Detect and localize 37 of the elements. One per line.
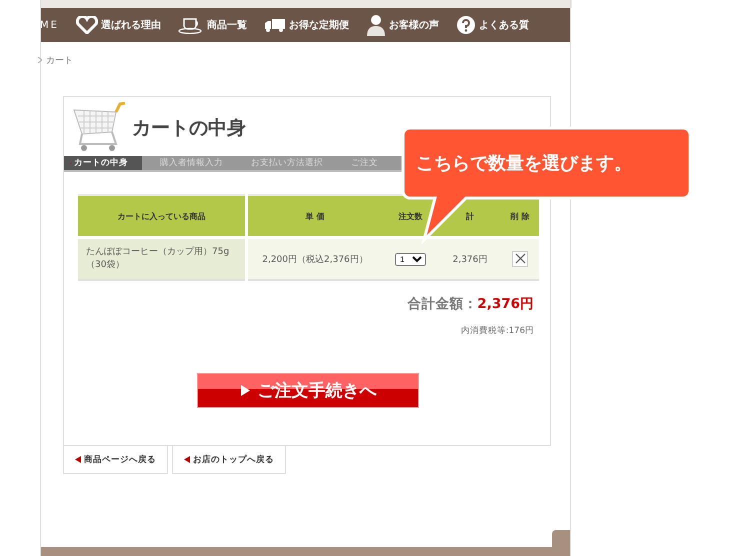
checkout-step: ご注文 xyxy=(345,156,392,170)
nav-link[interactable]: 商品一覧 xyxy=(178,16,247,34)
person-icon xyxy=(366,14,386,36)
nav-link[interactable]: お客様の声 xyxy=(366,14,439,36)
tax-note: 内消費税等:176円 xyxy=(460,326,534,336)
quantity-select[interactable]: 1 xyxy=(395,252,426,266)
triangle-left-icon xyxy=(184,456,190,463)
delete-button[interactable] xyxy=(512,250,528,267)
play-icon xyxy=(240,385,250,396)
total-amount: 2,376円 xyxy=(477,296,534,312)
heart-icon xyxy=(76,16,98,34)
column-header: カートに入っている商品 xyxy=(78,195,246,238)
subtotal: 2,376円 xyxy=(439,238,501,280)
callout-text: こちらで数量を選びます。 xyxy=(416,152,632,175)
nav-link[interactable]: 選ばれる理由 xyxy=(76,16,161,34)
page-title: カートの中身 xyxy=(132,116,246,140)
checkout-step: カートの中身 xyxy=(64,156,142,170)
checkout-step: お支払い方法選択 xyxy=(245,156,337,170)
back-link[interactable]: お店のトップへ戻る xyxy=(172,446,286,474)
cup-icon xyxy=(178,16,204,34)
back-link[interactable]: 商品ページへ戻る xyxy=(63,446,168,474)
checkout-step: 購入者情報入力 xyxy=(154,156,237,170)
close-icon xyxy=(514,253,526,264)
nav-link[interactable]: よくある質 xyxy=(456,15,529,35)
help-icon xyxy=(456,15,476,35)
unit-price: 2,200円（税込2,376円） xyxy=(246,238,382,280)
shopping-cart-icon xyxy=(72,102,126,154)
total-label: 合計金額： xyxy=(407,296,478,312)
truck-icon xyxy=(264,17,286,33)
nav-link[interactable]: ME xyxy=(41,20,59,30)
breadcrumb-item: カート xyxy=(46,55,73,67)
chevron-right-icon xyxy=(38,57,42,63)
product-name: たんぽぽコーヒー（カップ用）75g（30袋） xyxy=(78,238,246,280)
triangle-left-icon xyxy=(75,456,81,463)
checkout-button[interactable]: ご注文手続きへ xyxy=(197,373,419,408)
column-header: 単 価 xyxy=(246,195,382,238)
nav-link[interactable]: お得な定期便 xyxy=(264,17,349,33)
